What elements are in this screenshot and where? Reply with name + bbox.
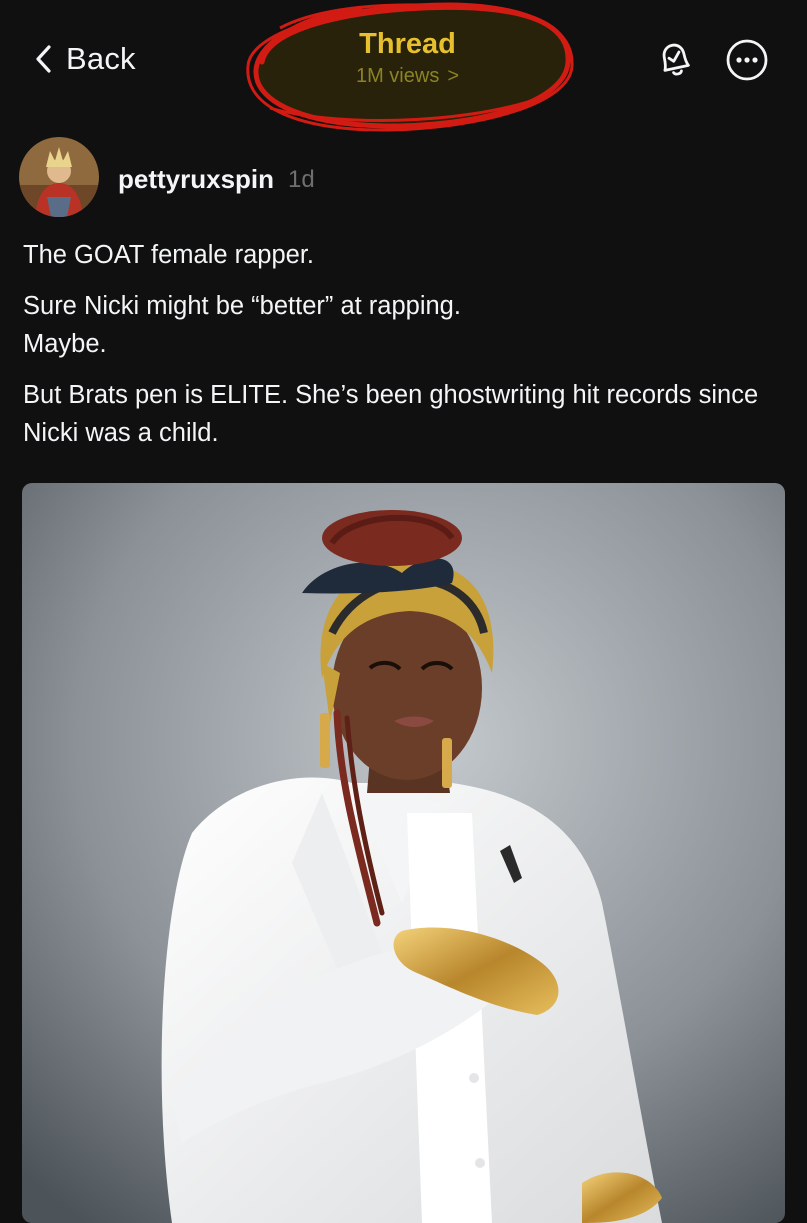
- post-photo[interactable]: [22, 483, 785, 1223]
- username[interactable]: pettyruxspin: [118, 164, 274, 195]
- back-button[interactable]: Back: [34, 38, 136, 80]
- post-timestamp: 1d: [288, 166, 315, 193]
- page-title: Thread: [359, 28, 456, 60]
- views-count-link[interactable]: 1M views >: [240, 65, 575, 88]
- avatar-image: [19, 137, 99, 217]
- post-body: The GOAT female rapper. Sure Nicki might…: [23, 236, 793, 452]
- top-navigation-bar: Back Thread 1M views >: [0, 0, 807, 132]
- more-options-button[interactable]: [725, 38, 769, 82]
- avatar[interactable]: [19, 137, 99, 217]
- notifications-button[interactable]: [653, 38, 697, 82]
- chevron-right-icon: >: [447, 65, 460, 87]
- portrait-image: [22, 483, 785, 1223]
- bell-check-icon: [653, 38, 697, 82]
- more-horizontal-icon: [725, 38, 769, 82]
- post-paragraph: Maybe.: [23, 330, 107, 358]
- chevron-left-icon: [34, 44, 52, 74]
- post-paragraph: But Brats pen is ELITE. She’s been ghost…: [23, 381, 759, 447]
- post-paragraph: The GOAT female rapper.: [23, 241, 315, 269]
- thread-title-group: Thread 1M views >: [240, 0, 575, 132]
- back-label: Back: [66, 41, 136, 76]
- views-count: 1M views: [355, 65, 440, 87]
- post-paragraph: Sure Nicki might be “better” at rapping.: [23, 292, 461, 320]
